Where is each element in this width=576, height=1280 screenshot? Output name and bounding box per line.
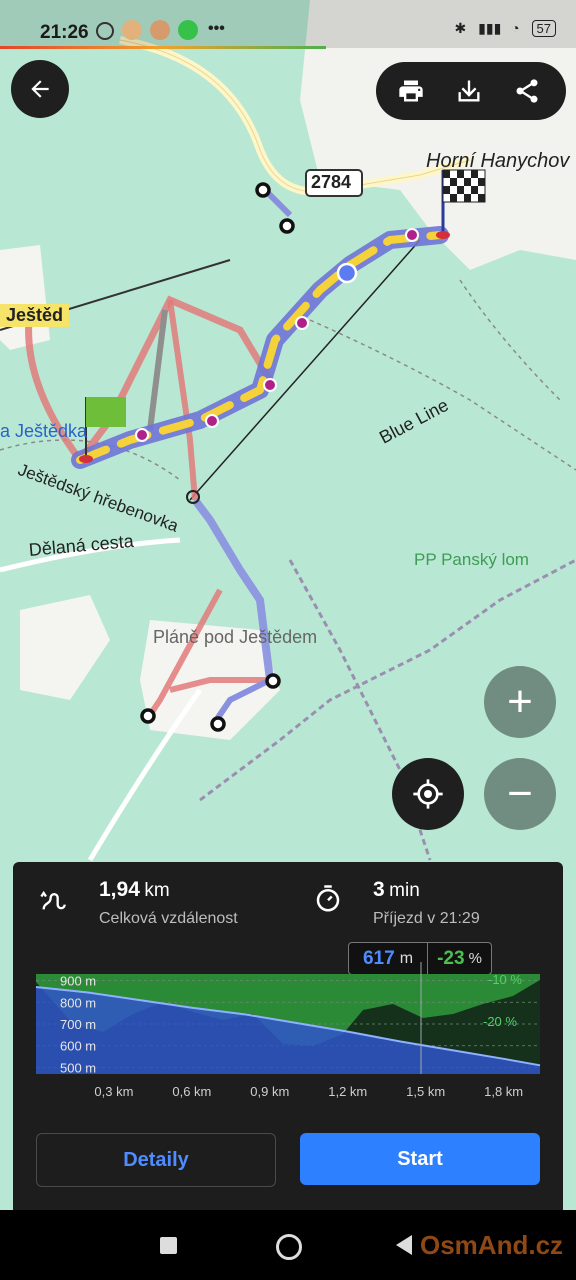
status-indicators: ✱ ▮▮▮ ◔ 57 bbox=[455, 20, 556, 37]
app-notification-icon bbox=[122, 20, 142, 40]
x-tick-label: 0,3 km bbox=[94, 1084, 133, 1099]
alarm-icon bbox=[96, 22, 114, 40]
print-button[interactable] bbox=[396, 76, 426, 106]
zoom-in-button[interactable]: + bbox=[484, 666, 556, 738]
load-progress-bar bbox=[0, 46, 326, 49]
road-number-label: 2784 bbox=[311, 172, 352, 192]
print-icon bbox=[399, 80, 423, 102]
share-icon bbox=[516, 79, 538, 103]
wifi-icon: ◔ bbox=[511, 20, 520, 36]
back-button[interactable] bbox=[11, 60, 69, 118]
distance-unit: km bbox=[144, 880, 170, 901]
app-notification-icon-3 bbox=[178, 20, 198, 40]
download-button[interactable] bbox=[454, 76, 484, 106]
distance-stat: 1,94 km Celková vzdálenost bbox=[99, 878, 238, 928]
system-nav-bar: OsmAnd.cz bbox=[0, 1210, 576, 1280]
slope-tick-label: -10 % bbox=[488, 972, 522, 987]
town-label: Horní Hanychov bbox=[426, 150, 570, 172]
time-stat: 3 min Příjezd v 21:29 bbox=[373, 878, 480, 928]
system-back-button[interactable] bbox=[396, 1235, 412, 1255]
battery-icon: 57 bbox=[531, 20, 556, 37]
back-arrow-icon bbox=[31, 80, 49, 98]
download-icon bbox=[458, 80, 480, 102]
y-tick-label: 800 m bbox=[60, 995, 96, 1010]
my-location-button[interactable] bbox=[392, 758, 464, 830]
x-tick-label: 1,2 km bbox=[328, 1084, 367, 1099]
distance-label: Celková vzdálenost bbox=[99, 910, 238, 927]
details-button[interactable]: Detaily bbox=[36, 1133, 276, 1187]
area-label: Pláně pod Ještědem bbox=[153, 627, 318, 647]
y-tick-label: 500 m bbox=[60, 1060, 96, 1075]
peak-label: Ještěd bbox=[0, 304, 70, 327]
time-value: 3 bbox=[373, 878, 385, 901]
clock: 21:26 bbox=[40, 22, 89, 43]
status-bar: 21:26 ••• ✱ ▮▮▮ ◔ 57 bbox=[0, 0, 576, 49]
peak-hut-label: a Ještědka bbox=[0, 421, 88, 441]
signal-icon: ▮▮▮ bbox=[478, 20, 502, 36]
app-notification-icon-2 bbox=[150, 20, 170, 40]
route-actions-toolbar bbox=[376, 62, 566, 120]
recent-apps-button[interactable] bbox=[160, 1237, 177, 1254]
my-location-icon bbox=[413, 779, 443, 809]
x-tick-label: 1,8 km bbox=[484, 1084, 523, 1099]
stopwatch-icon bbox=[316, 885, 340, 912]
start-button[interactable]: Start bbox=[300, 1133, 540, 1185]
x-tick-label: 0,9 km bbox=[250, 1084, 289, 1099]
route-distance-icon bbox=[40, 890, 66, 910]
reserve-label: PP Panský lom bbox=[414, 550, 529, 569]
home-button[interactable] bbox=[276, 1234, 302, 1260]
share-button[interactable] bbox=[512, 76, 542, 106]
y-tick-label: 700 m bbox=[60, 1017, 96, 1032]
distance-value: 1,94 bbox=[99, 878, 140, 901]
zoom-out-button[interactable]: − bbox=[484, 758, 556, 830]
more-notifications-icon: ••• bbox=[208, 20, 225, 37]
route-info-panel: 1,94 km Celková vzdálenost 3 min Příjezd… bbox=[13, 862, 563, 1210]
time-unit: min bbox=[389, 880, 420, 901]
elevation-chart[interactable]: 900 m 800 m 700 m 600 m 500 m -10 % -20 % 0,3 k… bbox=[13, 962, 563, 1102]
y-tick-label: 900 m bbox=[60, 974, 96, 989]
x-tick-label: 1,5 km bbox=[406, 1084, 445, 1099]
watermark: OsmAnd.cz bbox=[420, 1230, 564, 1260]
x-tick-label: 0,6 km bbox=[172, 1084, 211, 1099]
slope-tick-label: -20 % bbox=[483, 1014, 517, 1029]
y-tick-label: 600 m bbox=[60, 1039, 96, 1054]
bluetooth-icon: ✱ bbox=[454, 20, 467, 36]
arrival-label: Příjezd v 21:29 bbox=[373, 910, 480, 927]
